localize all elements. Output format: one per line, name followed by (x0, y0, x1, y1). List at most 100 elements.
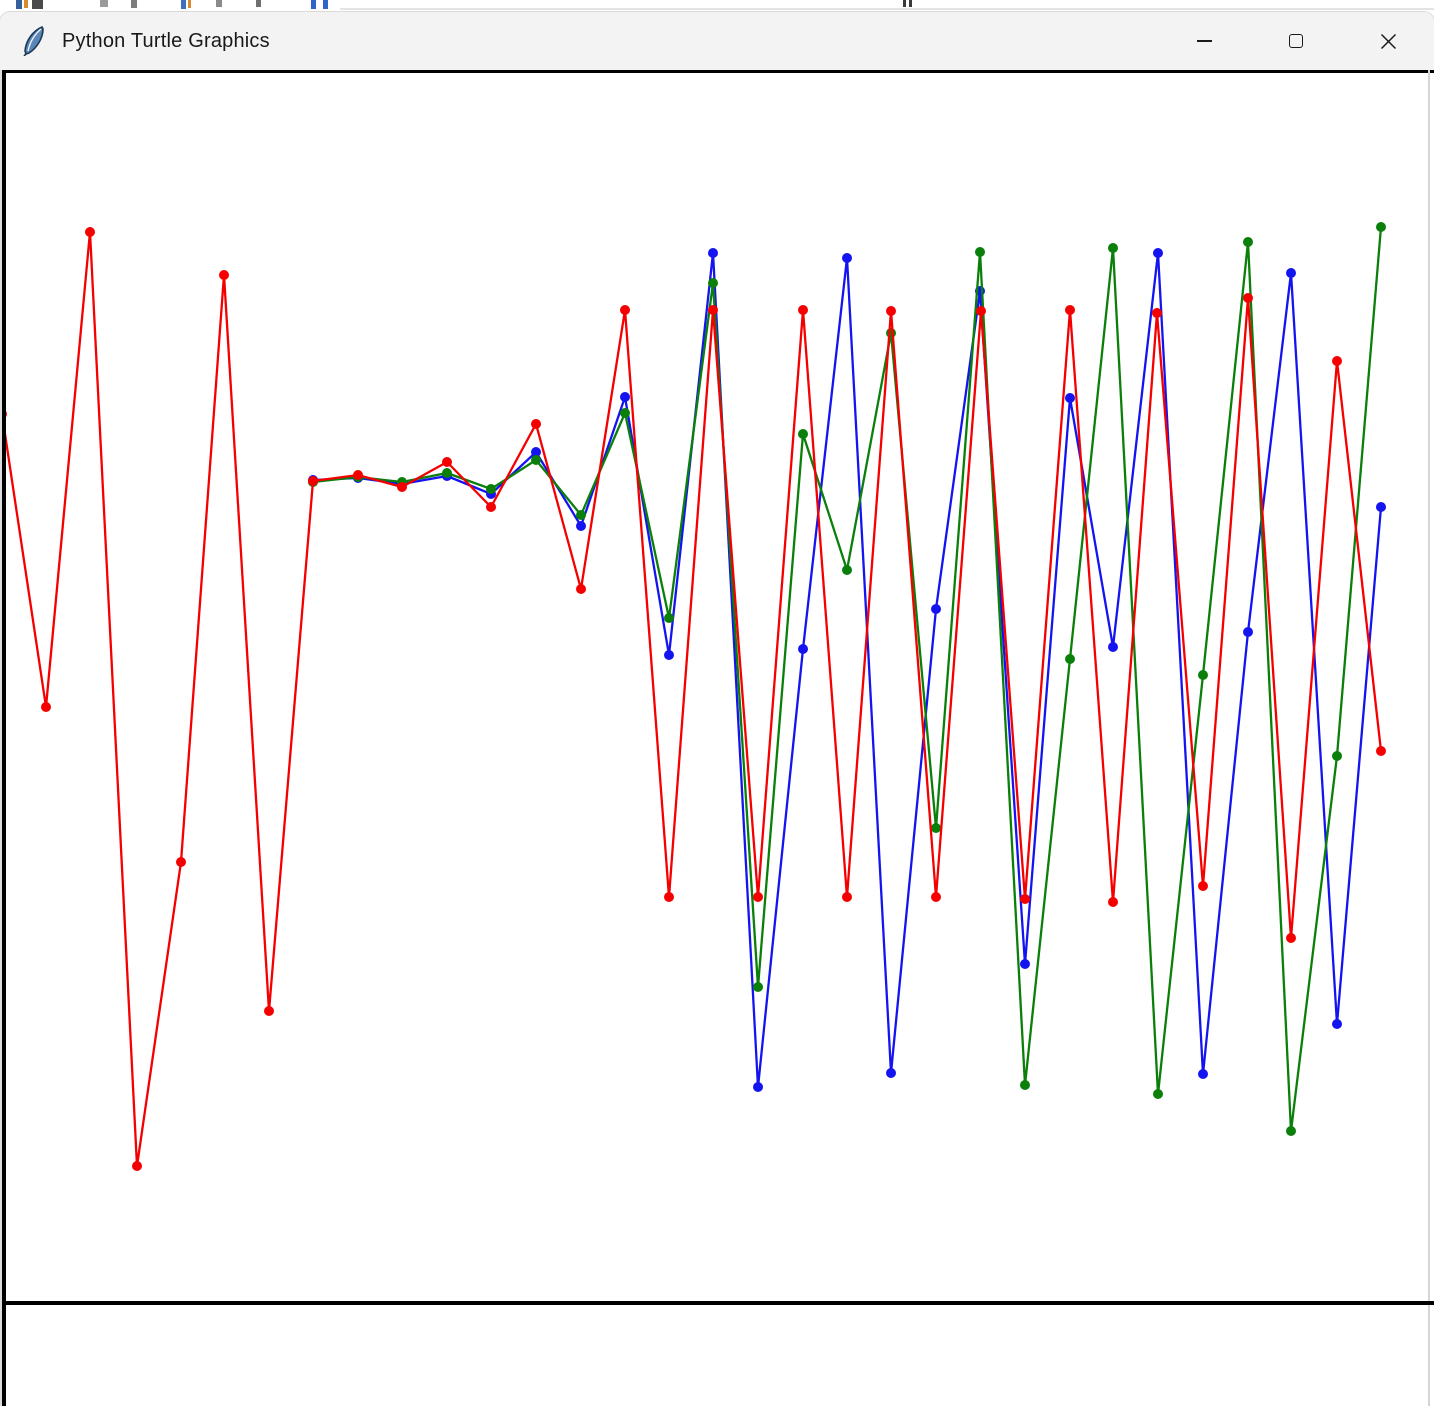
series-marker-red-walk (1376, 746, 1386, 756)
background-window-fragment (256, 0, 261, 7)
series-marker-green-walk (1332, 751, 1342, 761)
series-marker-green-walk (664, 613, 674, 623)
series-marker-blue-walk (664, 650, 674, 660)
series-marker-blue-walk (620, 392, 630, 402)
canvas-border-top (2, 70, 1434, 73)
series-marker-green-walk (708, 278, 718, 288)
series-marker-red-walk (976, 306, 986, 316)
background-window-fragment (131, 0, 137, 8)
turtle-drawing (0, 222, 1386, 1171)
background-window-fragment (32, 0, 43, 9)
background-window-fragment (909, 0, 912, 7)
series-marker-blue-walk (1153, 248, 1163, 258)
series-marker-green-walk (753, 982, 763, 992)
series-marker-red-walk (1065, 305, 1075, 315)
canvas-border-left (2, 70, 6, 1406)
series-marker-green-walk (442, 468, 452, 478)
background-window-fragment (903, 0, 906, 7)
series-marker-blue-walk (886, 1068, 896, 1078)
series-marker-red-walk (397, 482, 407, 492)
series-marker-red-walk (353, 470, 363, 480)
series-marker-green-walk (1108, 243, 1118, 253)
series-marker-green-walk (486, 484, 496, 494)
background-window-fragment (311, 0, 316, 9)
series-marker-red-walk (886, 306, 896, 316)
titlebar[interactable]: Python Turtle Graphics (0, 12, 1434, 70)
series-marker-blue-walk (1065, 393, 1075, 403)
minimize-button[interactable] (1158, 13, 1250, 69)
series-marker-blue-walk (1108, 642, 1118, 652)
series-marker-red-walk (531, 419, 541, 429)
series-marker-red-walk (264, 1006, 274, 1016)
series-marker-red-walk (1198, 881, 1208, 891)
series-marker-green-walk (975, 247, 985, 257)
series-marker-red-walk (664, 892, 674, 902)
background-window-fragment (181, 0, 186, 9)
series-marker-green-walk (1376, 222, 1386, 232)
window-border-right (1428, 70, 1430, 1406)
series-marker-blue-walk (1243, 627, 1253, 637)
series-marker-red-walk (931, 892, 941, 902)
series-marker-red-walk (1152, 308, 1162, 318)
turtle-canvas[interactable] (0, 70, 1434, 1406)
python-feather-icon (23, 26, 44, 56)
series-marker-blue-walk (1198, 1069, 1208, 1079)
series-marker-blue-walk (1286, 268, 1296, 278)
series-marker-red-walk (1020, 894, 1030, 904)
series-marker-blue-walk (1376, 502, 1386, 512)
background-window-fragment (16, 0, 22, 9)
series-marker-green-walk (1198, 670, 1208, 680)
background-window-fragment (216, 0, 222, 7)
series-marker-green-walk (1020, 1080, 1030, 1090)
series-marker-red-walk (176, 857, 186, 867)
series-marker-red-walk (576, 584, 586, 594)
series-marker-green-walk (842, 565, 852, 575)
series-marker-blue-walk (753, 1082, 763, 1092)
series-marker-red-walk (620, 305, 630, 315)
series-marker-green-walk (1065, 654, 1075, 664)
series-marker-green-walk (886, 328, 896, 338)
series-marker-green-walk (1153, 1089, 1163, 1099)
series-marker-red-walk (442, 457, 452, 467)
maximize-button[interactable] (1250, 13, 1342, 69)
series-marker-red-walk (1286, 933, 1296, 943)
background-window-sliver (0, 0, 1434, 12)
desktop-screen: Python Turtle Graphics (0, 0, 1434, 1406)
series-marker-blue-walk (798, 644, 808, 654)
series-line-green-walk (312, 226, 1383, 1132)
series-line-blue-walk (312, 252, 1383, 1088)
series-marker-red-walk (41, 702, 51, 712)
series-marker-red-walk (308, 476, 318, 486)
series-marker-green-walk (1286, 1126, 1296, 1136)
close-icon (1380, 33, 1396, 49)
series-marker-green-walk (798, 429, 808, 439)
series-marker-blue-walk (1332, 1019, 1342, 1029)
series-marker-blue-walk (842, 253, 852, 263)
close-button[interactable] (1342, 13, 1434, 69)
minimize-icon (1196, 40, 1212, 42)
series-marker-green-walk (576, 510, 586, 520)
canvas-bottom-rule (2, 1301, 1434, 1305)
background-window-fragment (323, 0, 328, 9)
series-marker-green-walk (531, 455, 541, 465)
series-marker-red-walk (798, 305, 808, 315)
series-marker-blue-walk (1020, 959, 1030, 969)
series-marker-red-walk (753, 892, 763, 902)
series-marker-blue-walk (708, 248, 718, 258)
series-marker-green-walk (620, 408, 630, 418)
series-marker-blue-walk (576, 521, 586, 531)
background-window-fragment (24, 0, 28, 8)
series-marker-red-walk (1108, 897, 1118, 907)
turtle-graphics-window: Python Turtle Graphics (0, 12, 1434, 1406)
series-marker-red-walk (132, 1161, 142, 1171)
series-line-red-walk (0, 231, 1383, 1167)
series-marker-blue-walk (931, 604, 941, 614)
series-marker-green-walk (931, 823, 941, 833)
series-marker-red-walk (1332, 356, 1342, 366)
window-controls (1158, 12, 1434, 70)
series-marker-red-walk (85, 227, 95, 237)
maximize-icon (1289, 34, 1303, 48)
background-window-fragment (100, 0, 108, 7)
series-marker-green-walk (1243, 237, 1253, 247)
background-window-edge (340, 8, 1434, 10)
